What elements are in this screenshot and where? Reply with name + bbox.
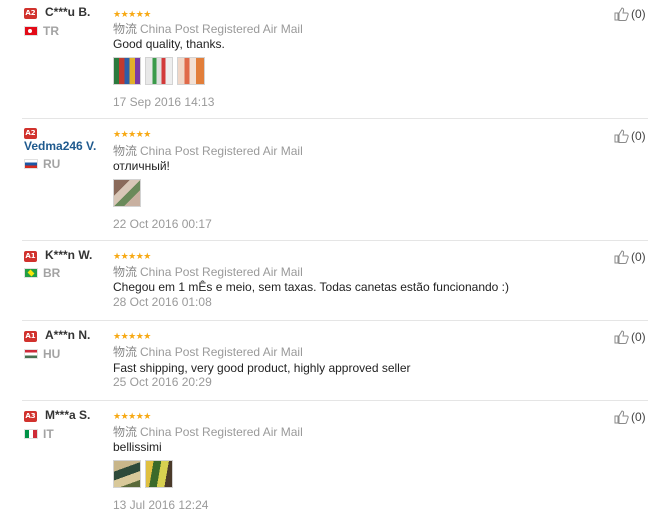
- review-text: Fast shipping, very good product, highly…: [113, 361, 411, 375]
- shipping-label: 物流: [113, 144, 138, 158]
- shipping-text: China Post Registered Air Mail: [140, 22, 303, 36]
- thumbs-up-icon: [614, 129, 629, 143]
- country-flag-icon: [24, 349, 38, 359]
- review-date: 28 Oct 2016 01:08: [113, 295, 212, 309]
- review-date: 22 Oct 2016 00:17: [113, 217, 212, 231]
- country-code: RU: [43, 157, 61, 171]
- like-button[interactable]: (0): [614, 129, 646, 143]
- country-flag-icon: [24, 268, 38, 278]
- buyer-country: HU: [24, 347, 60, 361]
- review-photo[interactable]: [113, 57, 141, 85]
- review-divider: [22, 240, 648, 241]
- buyer-name: C***u B.: [45, 5, 91, 19]
- rating-stars: ★★★★★: [113, 331, 151, 341]
- like-button[interactable]: (0): [614, 410, 646, 424]
- thumbs-up-icon: [614, 410, 629, 424]
- buyer-name: Vedma246 V.: [24, 139, 97, 153]
- review-text: отличный!: [113, 159, 170, 173]
- thumbs-up-icon: [614, 250, 629, 264]
- buyer-country: RU: [24, 157, 60, 171]
- review-divider: [22, 118, 648, 119]
- review-divider: [22, 320, 648, 321]
- review-photos: [113, 179, 141, 207]
- buyer-level-badge: A1: [24, 251, 37, 262]
- buyer-country: BR: [24, 266, 60, 280]
- review-date: 25 Oct 2016 20:29: [113, 375, 212, 389]
- rating-stars: ★★★★★: [113, 411, 151, 421]
- country-code: BR: [43, 266, 61, 280]
- like-button[interactable]: (0): [614, 250, 646, 264]
- country-flag-icon: [24, 159, 38, 169]
- shipping-label: 物流: [113, 22, 138, 36]
- shipping-text: China Post Registered Air Mail: [140, 425, 303, 439]
- buyer-level-badge: A3: [24, 411, 37, 422]
- thumbs-up-icon: [614, 7, 629, 21]
- buyer-name: A***n N.: [45, 328, 91, 342]
- review-photo[interactable]: [113, 460, 141, 488]
- buyer-name: K***n W.: [45, 248, 93, 262]
- rating-stars: ★★★★★: [113, 129, 151, 139]
- shipping-method: 物流 China Post Registered Air Mail: [113, 423, 303, 440]
- like-button[interactable]: (0): [614, 330, 646, 344]
- like-count: (0): [631, 410, 646, 424]
- country-code: HU: [43, 347, 61, 361]
- country-flag-icon: [24, 26, 38, 36]
- shipping-label: 物流: [113, 265, 138, 279]
- like-count: (0): [631, 250, 646, 264]
- buyer-level-badge: A2: [24, 128, 37, 139]
- like-count: (0): [631, 129, 646, 143]
- country-code: IT: [43, 427, 54, 441]
- review-divider: [22, 400, 648, 401]
- rating-stars: ★★★★★: [113, 9, 151, 19]
- review-photos: [113, 57, 205, 85]
- review-text: Good quality, thanks.: [113, 37, 225, 51]
- review-photo[interactable]: [145, 460, 173, 488]
- buyer-level-badge: A2: [24, 8, 37, 19]
- buyer-country: TR: [24, 24, 59, 38]
- like-count: (0): [631, 7, 646, 21]
- shipping-method: 物流 China Post Registered Air Mail: [113, 20, 303, 37]
- review-date: 17 Sep 2016 14:13: [113, 95, 215, 109]
- buyer-name: M***a S.: [45, 408, 91, 422]
- thumbs-up-icon: [614, 330, 629, 344]
- shipping-label: 物流: [113, 425, 138, 439]
- rating-stars: ★★★★★: [113, 251, 151, 261]
- review-photos: [113, 460, 173, 488]
- like-button[interactable]: (0): [614, 7, 646, 21]
- country-code: TR: [43, 24, 59, 38]
- shipping-text: China Post Registered Air Mail: [140, 265, 303, 279]
- like-count: (0): [631, 330, 646, 344]
- review-date: 13 Jul 2016 12:24: [113, 498, 209, 512]
- review-photo[interactable]: [113, 179, 141, 207]
- review-photo[interactable]: [177, 57, 205, 85]
- buyer-level-badge: A1: [24, 331, 37, 342]
- review-photo[interactable]: [145, 57, 173, 85]
- buyer-country: IT: [24, 427, 54, 441]
- shipping-method: 物流 China Post Registered Air Mail: [113, 142, 303, 159]
- country-flag-icon: [24, 429, 38, 439]
- review-text: Chegou em 1 mÊs e meio, sem taxas. Todas…: [113, 280, 509, 294]
- review-text: bellissimi: [113, 440, 162, 454]
- shipping-text: China Post Registered Air Mail: [140, 144, 303, 158]
- shipping-label: 物流: [113, 345, 138, 359]
- shipping-method: 物流 China Post Registered Air Mail: [113, 343, 303, 360]
- shipping-method: 物流 China Post Registered Air Mail: [113, 263, 303, 280]
- shipping-text: China Post Registered Air Mail: [140, 345, 303, 359]
